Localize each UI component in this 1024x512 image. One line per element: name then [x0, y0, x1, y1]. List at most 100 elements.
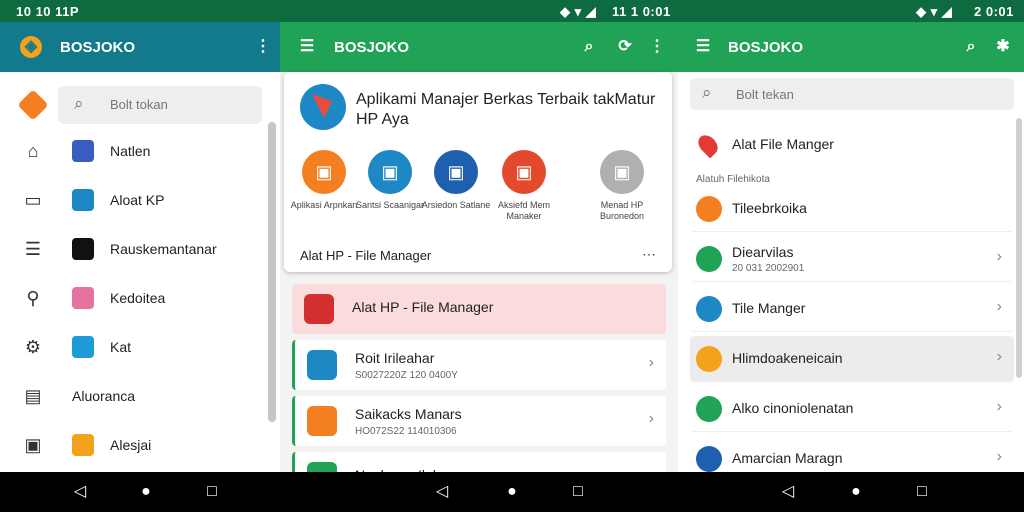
card-title: Aplikami Manajer Berkas Terbaik takMatur… — [356, 91, 656, 128]
back-icon[interactable]: ◁ — [432, 482, 452, 502]
back-icon[interactable]: ◁ — [778, 482, 798, 502]
search-icon: ⌕ — [702, 83, 712, 102]
app-shortcut-icon[interactable]: ▣ — [368, 150, 412, 194]
top-item[interactable]: Alat File Manger — [732, 136, 834, 152]
drawer-item[interactable]: ▣ Alesjai — [0, 424, 280, 468]
chevron-right-icon: › — [648, 354, 654, 371]
status-time-middle: 11 1 0:01 — [612, 4, 671, 19]
app-shortcut-icon[interactable]: ▣ — [502, 150, 546, 194]
scrollbar[interactable] — [1016, 118, 1022, 378]
drawer-item[interactable]: ☰ Rauskemantanar — [0, 228, 280, 272]
file-item[interactable]: Diearvilas 20 031 2002901 › — [690, 236, 1014, 282]
file-item[interactable]: Amarcian Maragn › — [690, 436, 1014, 472]
more-vert-icon[interactable]: ⋮ — [252, 36, 274, 58]
section-label: Alatuh Filehikota — [696, 174, 770, 185]
chevron-right-icon: › — [996, 298, 1002, 315]
file-item-title: Alko cinoniolenatan — [732, 400, 854, 416]
document-icon: ▤ — [24, 386, 42, 406]
settings-icon: ⚙ — [24, 337, 42, 357]
file-item-title: Tileebrkoika — [732, 200, 807, 216]
app-icon — [307, 462, 337, 472]
drawer-item[interactable]: ▭ Aloat KP — [0, 179, 280, 223]
main-header: ☰ BOSJOKO ⌕ ⟳ ⋮ — [280, 22, 678, 72]
app-shortcut-icon[interactable]: ▣ — [600, 150, 644, 194]
chevron-right-icon: › — [996, 398, 1002, 415]
list-item-title: Saikacks Manars — [355, 406, 462, 422]
drawer-item[interactable]: ⚙ Kat — [0, 326, 280, 370]
chevron-right-icon: › — [648, 410, 654, 427]
file-item[interactable]: Alko cinoniolenatan › — [690, 386, 1014, 432]
search-icon[interactable]: ⌕ — [960, 36, 982, 58]
signal-icon: ◆ ▾ ◢ — [560, 4, 597, 19]
file-app-icon — [696, 396, 722, 422]
app-icon — [72, 140, 94, 162]
more-horiz-icon[interactable]: ⋯ — [642, 246, 656, 263]
home-icon[interactable]: ● — [136, 482, 156, 502]
drawer-item[interactable]: ▤ Aluoranca — [0, 375, 280, 419]
drawer-item-label: Kedoitea — [110, 290, 166, 306]
screenshot: 10 10 11P ◆ ▾ ◢ 11 1 0:01 ◆ ▾ ◢ 2 0:01 ◈… — [0, 0, 1024, 512]
drawer-item[interactable]: ⌂ Natlen — [0, 130, 280, 174]
drawer-item-label: Kat — [110, 339, 132, 355]
file-item-title: Amarcian Maragn — [732, 450, 843, 466]
brand-icon — [17, 89, 49, 121]
drawer-item-label: Aloat KP — [110, 192, 165, 208]
main-panel: ☰ BOSJOKO ⌕ ⟳ ⋮ Aplikami Manajer Berkas … — [280, 22, 678, 472]
search-field[interactable]: ⌕ Bolt tekan — [690, 78, 1014, 110]
list-item[interactable]: Naploeos Ilelnage› — [292, 452, 666, 472]
drawer-item-label: Aluoranca — [72, 388, 136, 404]
search-field[interactable]: ⌕ Bolt tokan — [58, 86, 262, 124]
folder-icon: ▭ — [24, 190, 42, 210]
status-bar: 10 10 11P ◆ ▾ ◢ 11 1 0:01 ◆ ▾ ◢ 2 0:01 — [0, 0, 1024, 22]
home-icon: ⌂ — [27, 141, 39, 161]
app-icon — [72, 434, 94, 456]
menu-icon[interactable]: ☰ — [692, 36, 714, 58]
search-placeholder: Bolt tekan — [736, 87, 794, 102]
logo-icon: ◈ — [20, 36, 42, 58]
back-icon[interactable]: ◁ — [70, 482, 90, 502]
app-icon — [307, 406, 337, 436]
wifi-icon: ◆ ▾ ◢ — [916, 4, 953, 19]
refresh-icon[interactable]: ⟳ — [614, 36, 636, 58]
app-shortcut-icon[interactable]: ▣ — [434, 150, 478, 194]
app-shortcut-icon[interactable]: ▣ — [302, 150, 346, 194]
more-vert-icon[interactable]: ⋮ — [646, 36, 668, 58]
file-item[interactable]: Tile Manger › — [690, 286, 1014, 332]
list-item-title: Alat HP - File Manager — [352, 299, 494, 315]
home-icon[interactable]: ● — [846, 482, 866, 502]
chevron-right-icon: › — [996, 248, 1002, 265]
list-item[interactable]: Alat HP - File Manager — [292, 284, 666, 334]
file-item-title: Hlimdoakeneicain — [732, 350, 843, 366]
recents-icon[interactable]: □ — [912, 482, 932, 502]
list-item-subtitle: HO072S22 114010306 — [355, 426, 457, 437]
app-title: BOSJOKO — [60, 39, 136, 56]
app-icon — [72, 287, 94, 309]
list-item[interactable]: Roit Irileahar S0027220Z 120 0400Y › — [292, 340, 666, 390]
file-app-icon — [696, 296, 722, 322]
search-placeholder: Bolt tokan — [110, 97, 168, 112]
featured-card: Aplikami Manajer Berkas Terbaik takMatur… — [284, 72, 672, 272]
app-shortcut-label: Aplikasi Arpnkan — [290, 200, 358, 210]
recents-icon[interactable]: □ — [202, 482, 222, 502]
status-time-right: 2 0:01 — [974, 4, 1014, 19]
file-item[interactable]: Hlimdoakeneicain › — [690, 336, 1014, 382]
drawer-item[interactable]: ⚲ Kedoitea — [0, 277, 280, 321]
map-pin-icon — [694, 131, 722, 159]
list-item[interactable]: Saikacks Manars HO072S22 114010306 › — [292, 396, 666, 446]
app-icon — [72, 336, 94, 358]
app-logo-icon — [300, 84, 346, 130]
status-left: 10 10 11P — [16, 4, 80, 19]
menu-icon[interactable]: ☰ — [296, 36, 318, 58]
accessibility-icon[interactable]: ✱ — [992, 36, 1014, 58]
file-item[interactable]: Tileebrkoika — [690, 186, 1014, 232]
home-icon[interactable]: ● — [502, 482, 522, 502]
recents-icon[interactable]: □ — [568, 482, 588, 502]
list-icon: ☰ — [24, 239, 42, 259]
search-icon[interactable]: ⌕ — [578, 36, 600, 58]
app-icon — [72, 189, 94, 211]
app-title: BOSJOKO — [728, 39, 804, 56]
drawer-item-label: Alesjai — [110, 437, 152, 453]
drawer-panel: ◈ BOSJOKO ⋮ ⌕ Bolt tokan ⌂ Natlen ▭ Aloat K… — [0, 22, 280, 472]
file-item-title: Diearvilas — [732, 244, 794, 260]
chevron-right-icon: › — [996, 448, 1002, 465]
